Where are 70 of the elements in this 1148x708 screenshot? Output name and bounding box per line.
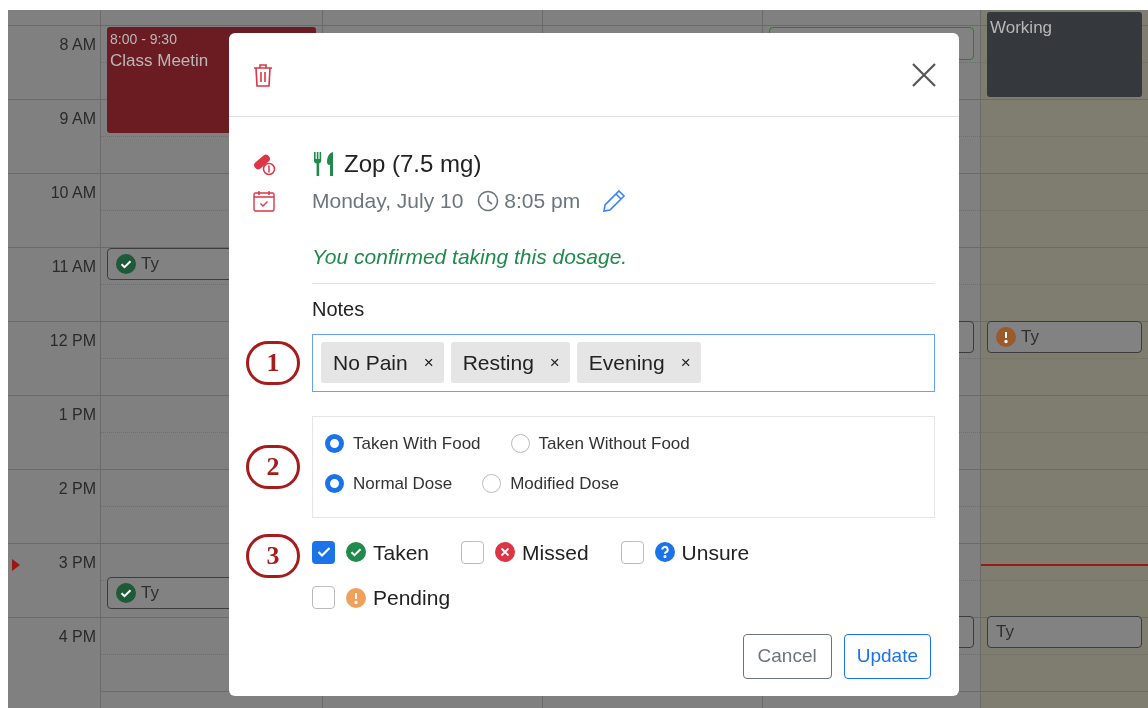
tag-label: Evening — [588, 349, 665, 376]
checkbox[interactable] — [312, 540, 335, 564]
radio-button[interactable] — [510, 433, 530, 453]
event-time: 8:00 - 9:30 — [110, 30, 178, 48]
radio-button[interactable] — [482, 474, 502, 494]
step-number: 2 — [246, 444, 300, 489]
tag-remove-button[interactable]: × — [680, 349, 691, 376]
pencil-icon — [602, 189, 627, 213]
close-icon — [911, 61, 937, 88]
calendar-check-icon — [253, 190, 275, 212]
delete-button[interactable] — [253, 62, 273, 87]
event-chip[interactable]: Ty — [987, 321, 1142, 353]
radio-button[interactable] — [325, 474, 344, 494]
dose-time: 8:05 pm — [504, 188, 581, 215]
tag-label: Resting — [462, 349, 534, 376]
hour-label: 2 PM — [58, 479, 96, 499]
status-label: Unsure — [681, 539, 750, 566]
hour-label: 12 PM — [49, 331, 96, 351]
event-title: Ty — [141, 253, 159, 276]
checkbox[interactable] — [312, 586, 335, 610]
hour-label: 10 AM — [50, 183, 96, 203]
hour-label: 3 PM — [58, 553, 96, 573]
hour-label: 8 AM — [59, 35, 96, 55]
checkbox[interactable] — [461, 540, 485, 564]
confirmation-message: You confirmed taking this dosage. — [312, 241, 935, 284]
calendar-event[interactable]: Working — [987, 12, 1142, 97]
event-title: Ty — [1021, 326, 1039, 349]
status-label: Taken — [373, 539, 430, 566]
event-title: Ty — [141, 582, 159, 605]
clock-icon — [477, 190, 500, 212]
question-circle-icon — [654, 542, 675, 563]
step-number: 3 — [246, 533, 300, 578]
update-button[interactable]: Update — [843, 633, 931, 679]
dose-date: Monday, July 10 — [312, 188, 464, 215]
exclamation-circle-icon — [996, 327, 1016, 347]
x-circle-icon — [495, 542, 516, 563]
check-circle-icon — [116, 583, 136, 603]
step-number: 1 — [246, 340, 300, 385]
status-label: Missed — [522, 539, 589, 566]
medication-name: Zop (7.5 mg) — [344, 149, 482, 179]
checkbox[interactable] — [620, 540, 644, 564]
tag-remove-button[interactable]: × — [423, 349, 434, 376]
tag-remove-button[interactable]: × — [549, 349, 560, 376]
tag-label: No Pain — [333, 349, 408, 376]
event-title: Working — [990, 17, 1054, 39]
exclamation-circle-icon — [346, 587, 366, 608]
radio-button[interactable] — [325, 433, 344, 453]
cancel-button[interactable]: Cancel — [742, 633, 832, 679]
current-time-marker-icon — [12, 559, 20, 571]
radio-label: Normal Dose — [353, 473, 453, 495]
edit-button[interactable] — [602, 189, 627, 213]
pill-icon — [252, 152, 276, 176]
check-circle-icon — [346, 542, 366, 563]
hour-label: 9 AM — [59, 109, 96, 129]
tags-field[interactable]: No Pain × Resting × Evening × — [312, 333, 935, 392]
checkmark-icon — [316, 546, 331, 559]
event-chip[interactable]: Ty — [987, 616, 1142, 648]
radio-label: Taken With Food — [353, 432, 481, 455]
radio-label: Taken Without Food — [538, 432, 690, 455]
status-label: Pending — [373, 585, 451, 611]
check-circle-icon — [116, 254, 136, 274]
radio-label: Modified Dose — [510, 473, 619, 495]
hour-label: 1 PM — [58, 405, 96, 425]
hour-label: 4 PM — [58, 627, 96, 647]
trash-icon — [253, 62, 273, 87]
event-title: Ty — [996, 621, 1014, 644]
event-title: Class Meetin — [110, 50, 210, 72]
close-button[interactable] — [911, 61, 937, 88]
hour-label: 11 AM — [51, 257, 96, 277]
notes-label: Notes — [312, 296, 366, 322]
